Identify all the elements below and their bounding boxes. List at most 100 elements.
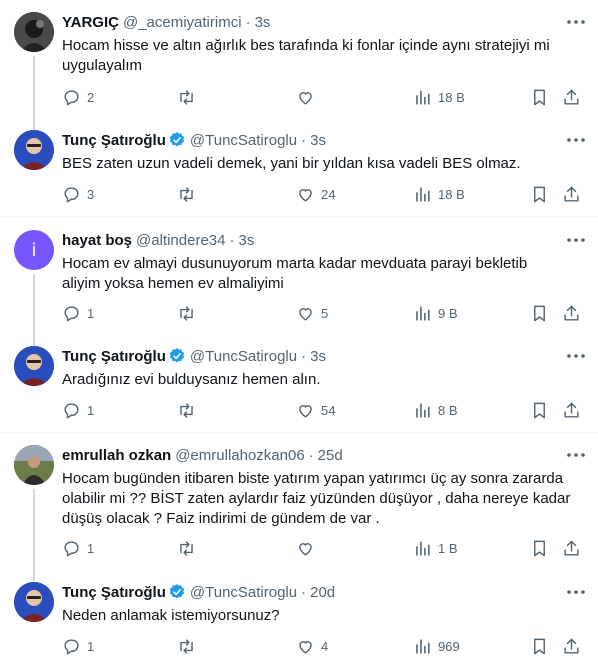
views-button[interactable]: 9 B (413, 304, 458, 323)
author-handle[interactable]: @TuncSatiroglu (190, 584, 297, 601)
share-button[interactable] (562, 637, 581, 656)
separator-dot: · (301, 347, 307, 365)
timestamp[interactable]: 3s (238, 232, 254, 249)
tweet[interactable]: Tunç Şatıroğlu @TuncSatiroglu · 3s Aradı… (0, 346, 598, 430)
views-button[interactable]: 18 B (413, 185, 465, 204)
tweet[interactable]: YARGIÇ @_acemiyatirimci · 3s Hocam hisse… (0, 12, 598, 148)
more-icon[interactable] (566, 447, 586, 463)
reply-button[interactable]: 1 (62, 637, 94, 656)
more-icon[interactable] (566, 14, 586, 30)
retweet-icon (180, 403, 193, 418)
reply-count: 2 (87, 90, 95, 105)
share-button[interactable] (562, 539, 581, 558)
tweet[interactable]: Tunç Şatıroğlu @TuncSatiroglu · 20d Nede… (0, 582, 598, 666)
bookmark-button[interactable] (530, 401, 549, 420)
reply-button[interactable]: 1 (62, 401, 94, 420)
bookmark-button[interactable] (530, 88, 549, 107)
tweet-text: BES zaten uzun vadeli demek, yani bir yı… (62, 154, 572, 174)
like-button[interactable]: 4 (296, 637, 328, 656)
retweet-button[interactable] (177, 539, 202, 558)
share-button[interactable] (562, 401, 581, 420)
avatar[interactable]: i (14, 230, 54, 270)
reply-button[interactable]: 2 (62, 88, 94, 107)
reply-count: 1 (87, 306, 95, 321)
like-button[interactable]: 5 (296, 304, 328, 323)
author-handle[interactable]: @altindere34 (136, 232, 225, 249)
share-button[interactable] (562, 88, 581, 107)
reply-count: 1 (87, 639, 95, 654)
author-name[interactable]: Tunç Şatıroğlu (62, 348, 166, 365)
views-button[interactable]: 18 B (413, 88, 465, 107)
more-icon[interactable] (566, 132, 586, 148)
like-count: 4 (321, 639, 329, 654)
reply-icon (64, 187, 79, 203)
retweet-button[interactable] (177, 401, 202, 420)
action-bar: 3 24 18 B (0, 185, 598, 205)
avatar[interactable] (14, 582, 54, 622)
reply-count: 1 (87, 541, 95, 556)
like-button[interactable] (296, 539, 321, 558)
tweet[interactable]: Tunç Şatıroğlu @TuncSatiroglu · 3s BES z… (0, 130, 598, 214)
more-icon[interactable] (566, 232, 586, 248)
timestamp[interactable]: 3s (310, 132, 326, 149)
timestamp[interactable]: 3s (310, 348, 326, 365)
author-name[interactable]: emrullah ozkan (62, 447, 171, 464)
views-button[interactable]: 969 (413, 637, 460, 656)
bookmark-icon (534, 540, 545, 557)
views-count: 969 (438, 639, 460, 654)
timestamp[interactable]: 3s (255, 14, 271, 31)
tweet-text: Hocam bugünden itibaren biste yatırım ya… (62, 469, 572, 529)
reply-button[interactable]: 1 (62, 539, 94, 558)
tweet[interactable]: i hayat boş @altindere34 · 3s Hocam ev a… (0, 230, 598, 346)
author-name[interactable]: Tunç Şatıroğlu (62, 132, 166, 149)
share-button[interactable] (562, 304, 581, 323)
more-icon[interactable] (566, 348, 586, 364)
more-icon[interactable] (566, 584, 586, 600)
retweet-button[interactable] (177, 637, 202, 656)
author-name[interactable]: Tunç Şatıroğlu (62, 584, 166, 601)
bookmark-button[interactable] (530, 185, 549, 204)
views-button[interactable]: 1 B (413, 539, 458, 558)
like-button[interactable]: 24 (296, 185, 335, 204)
tweet[interactable]: emrullah ozkan @emrullahozkan06 · 25d Ho… (0, 445, 598, 581)
like-button[interactable] (296, 88, 321, 107)
bookmark-button[interactable] (530, 637, 549, 656)
views-button[interactable]: 8 B (413, 401, 458, 420)
bookmark-icon (534, 186, 545, 203)
author-handle[interactable]: @_acemiyatirimci (123, 14, 242, 31)
timestamp[interactable]: 25d (318, 447, 343, 464)
share-button[interactable] (562, 185, 581, 204)
reply-button[interactable]: 3 (62, 185, 94, 204)
bookmark-button[interactable] (530, 539, 549, 558)
avatar[interactable] (14, 12, 54, 52)
views-icon (416, 403, 430, 418)
author-name[interactable]: hayat boş (62, 232, 132, 249)
views-icon (416, 187, 430, 202)
bookmark-button[interactable] (530, 304, 549, 323)
retweet-button[interactable] (177, 88, 202, 107)
avatar[interactable] (14, 346, 54, 386)
retweet-button[interactable] (177, 304, 202, 323)
avatar[interactable] (14, 130, 54, 170)
avatar[interactable] (14, 445, 54, 485)
separator-dot: · (308, 446, 314, 464)
reply-icon (64, 90, 79, 106)
tweet-text-line: Aradığınız evi bulduysanız hemen alın. (62, 371, 321, 388)
tweet-divider (0, 216, 598, 217)
author-handle[interactable]: @TuncSatiroglu (190, 348, 297, 365)
timestamp[interactable]: 20d (310, 584, 335, 601)
reply-icon (64, 403, 79, 419)
tweet-header: Tunç Şatıroğlu @TuncSatiroglu · 20d (62, 582, 335, 602)
separator-dot: · (301, 131, 307, 149)
retweet-button[interactable] (177, 185, 202, 204)
author-name[interactable]: YARGIÇ (62, 14, 119, 31)
like-button[interactable]: 54 (296, 401, 335, 420)
author-handle[interactable]: @emrullahozkan06 (175, 447, 304, 464)
like-icon (299, 189, 312, 202)
reply-button[interactable]: 1 (62, 304, 94, 323)
like-count: 24 (321, 187, 336, 202)
views-icon (416, 306, 430, 321)
verified-badge-icon (168, 131, 186, 149)
share-icon (564, 89, 579, 105)
author-handle[interactable]: @TuncSatiroglu (190, 132, 297, 149)
